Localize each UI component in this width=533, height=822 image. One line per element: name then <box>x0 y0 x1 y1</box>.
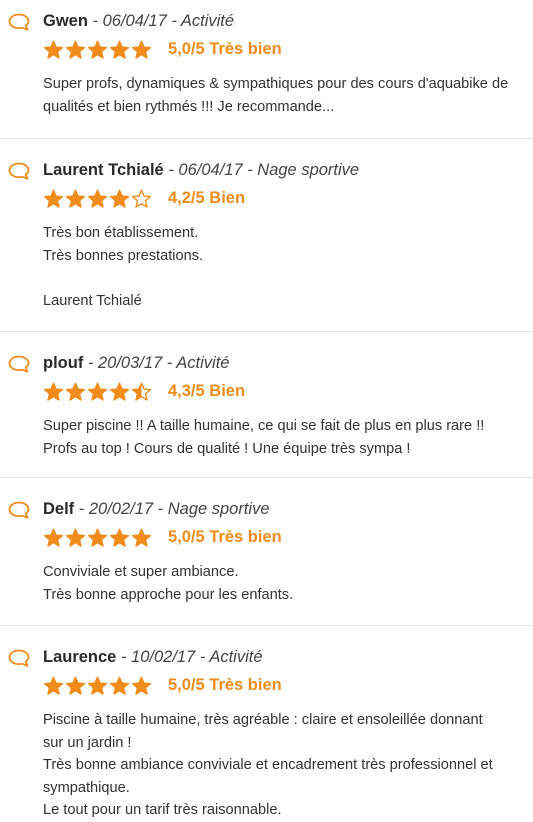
star-rating <box>43 527 152 548</box>
star-icon <box>87 40 108 59</box>
speech-bubble-icon <box>8 355 30 373</box>
review-text: Conviviale et super ambiance. Très bonne … <box>43 561 525 606</box>
rating-score: 5,0/5 Très bien <box>168 675 282 694</box>
star-rating <box>43 188 152 209</box>
star-icon <box>109 676 130 695</box>
review-text-line: Laurent Tchialé <box>43 292 142 309</box>
star-icon <box>65 40 86 59</box>
review-meta: - 20/03/17 - Activité <box>83 354 230 372</box>
review-text-line: sur un jardin ! <box>43 734 132 751</box>
speech-bubble-icon <box>8 501 30 519</box>
rating-row: 4,3/5 Bien <box>43 378 525 404</box>
review-text-line: Profs au top ! Cours de qualité ! Une éq… <box>43 440 411 457</box>
star-icon <box>65 189 86 208</box>
star-icon <box>109 382 130 401</box>
star-icon <box>131 189 152 208</box>
review-item: Delf - 20/02/17 - Nage sportive 5,0/5 Tr… <box>0 478 533 625</box>
review-author[interactable]: Laurence <box>43 648 116 666</box>
review-text-line: Piscine à taille humaine, très agréable … <box>43 712 483 728</box>
star-icon <box>43 189 64 208</box>
rating-score: 4,3/5 Bien <box>168 381 246 400</box>
star-icon <box>131 40 152 59</box>
star-icon <box>131 676 152 695</box>
star-icon <box>87 382 108 401</box>
rating-row: 5,0/5 Très bien <box>43 672 525 698</box>
star-rating <box>43 381 152 402</box>
review-text-line <box>43 267 525 290</box>
review-text-line: sympathique. <box>43 779 130 796</box>
star-icon <box>43 40 64 59</box>
review-item: Laurence - 10/02/17 - Activité 5,0/5 Trè… <box>0 626 533 822</box>
review-text-line: Très bonne ambiance conviviale et encadr… <box>43 757 493 773</box>
review-text: Super piscine !! A taille humaine, ce qu… <box>43 415 525 460</box>
star-icon <box>43 382 64 401</box>
star-icon <box>131 528 152 547</box>
review-header: plouf - 20/03/17 - Activité <box>8 350 525 376</box>
review-item: Gwen - 06/04/17 - Activité 5,0/5 Très bi… <box>0 0 533 138</box>
review-text: Piscine à taille humaine, très agréable … <box>43 709 525 822</box>
review-text-line: Super profs, dynamiques & sympathiques p… <box>43 76 509 92</box>
star-icon <box>65 676 86 695</box>
rating-row: 5,0/5 Très bien <box>43 36 525 62</box>
star-icon <box>87 528 108 547</box>
review-item: plouf - 20/03/17 - Activité 4,3/5 Bien S… <box>0 332 533 477</box>
review-text-line: Très bonne approche pour les enfants. <box>43 586 294 603</box>
star-rating <box>43 675 152 696</box>
star-icon <box>43 676 64 695</box>
rating-score: 5,0/5 Très bien <box>168 527 282 546</box>
review-text-line: Conviviale et super ambiance. <box>43 564 239 580</box>
review-header: Laurence - 10/02/17 - Activité <box>8 644 525 670</box>
review-text-line: Super piscine !! A taille humaine, ce qu… <box>43 418 485 434</box>
review-meta: - 10/02/17 - Activité <box>116 648 263 666</box>
rating-score: 4,2/5 Bien <box>168 188 246 207</box>
review-text-line: Le tout pour un tarif très raisonnable. <box>43 802 282 818</box>
star-icon <box>43 528 64 547</box>
review-author[interactable]: Laurent Tchialé <box>43 161 164 179</box>
rating-row: 4,2/5 Bien <box>43 185 525 211</box>
review-item: Laurent Tchialé - 06/04/17 - Nage sporti… <box>0 139 533 331</box>
star-icon <box>65 382 86 401</box>
review-header: Laurent Tchialé - 06/04/17 - Nage sporti… <box>8 157 525 183</box>
star-rating <box>43 39 152 60</box>
star-icon <box>131 382 152 401</box>
review-author[interactable]: Gwen <box>43 12 88 30</box>
review-text-line: Très bonnes prestations. <box>43 247 204 264</box>
review-text: Super profs, dynamiques & sympathiques p… <box>43 73 525 118</box>
rating-row: 5,0/5 Très bien <box>43 524 525 550</box>
review-header: Gwen - 06/04/17 - Activité <box>8 8 525 34</box>
review-author[interactable]: plouf <box>43 354 83 372</box>
review-author[interactable]: Delf <box>43 500 74 518</box>
star-icon <box>109 189 130 208</box>
review-header: Delf - 20/02/17 - Nage sportive <box>8 496 525 522</box>
review-text-line: Très bon établissement. <box>43 225 199 241</box>
review-text-line: qualités et bien rythmés !!! Je recomman… <box>43 98 335 115</box>
star-icon <box>87 189 108 208</box>
review-meta: - 06/04/17 - Activité <box>87 12 235 30</box>
star-icon <box>65 528 86 547</box>
speech-bubble-icon <box>8 649 30 667</box>
star-icon <box>109 528 130 547</box>
rating-score: 5,0/5 Très bien <box>168 39 282 58</box>
review-meta: - 06/04/17 - Nage sportive <box>163 161 360 179</box>
speech-bubble-icon <box>8 13 30 31</box>
review-meta: - 20/02/17 - Nage sportive <box>74 500 270 518</box>
review-text: Très bon établissement. Très bonnes prest… <box>43 222 525 312</box>
review-list: Gwen - 06/04/17 - Activité 5,0/5 Très bi… <box>0 0 533 822</box>
star-icon <box>87 676 108 695</box>
star-icon <box>109 40 130 59</box>
speech-bubble-icon <box>8 162 30 180</box>
